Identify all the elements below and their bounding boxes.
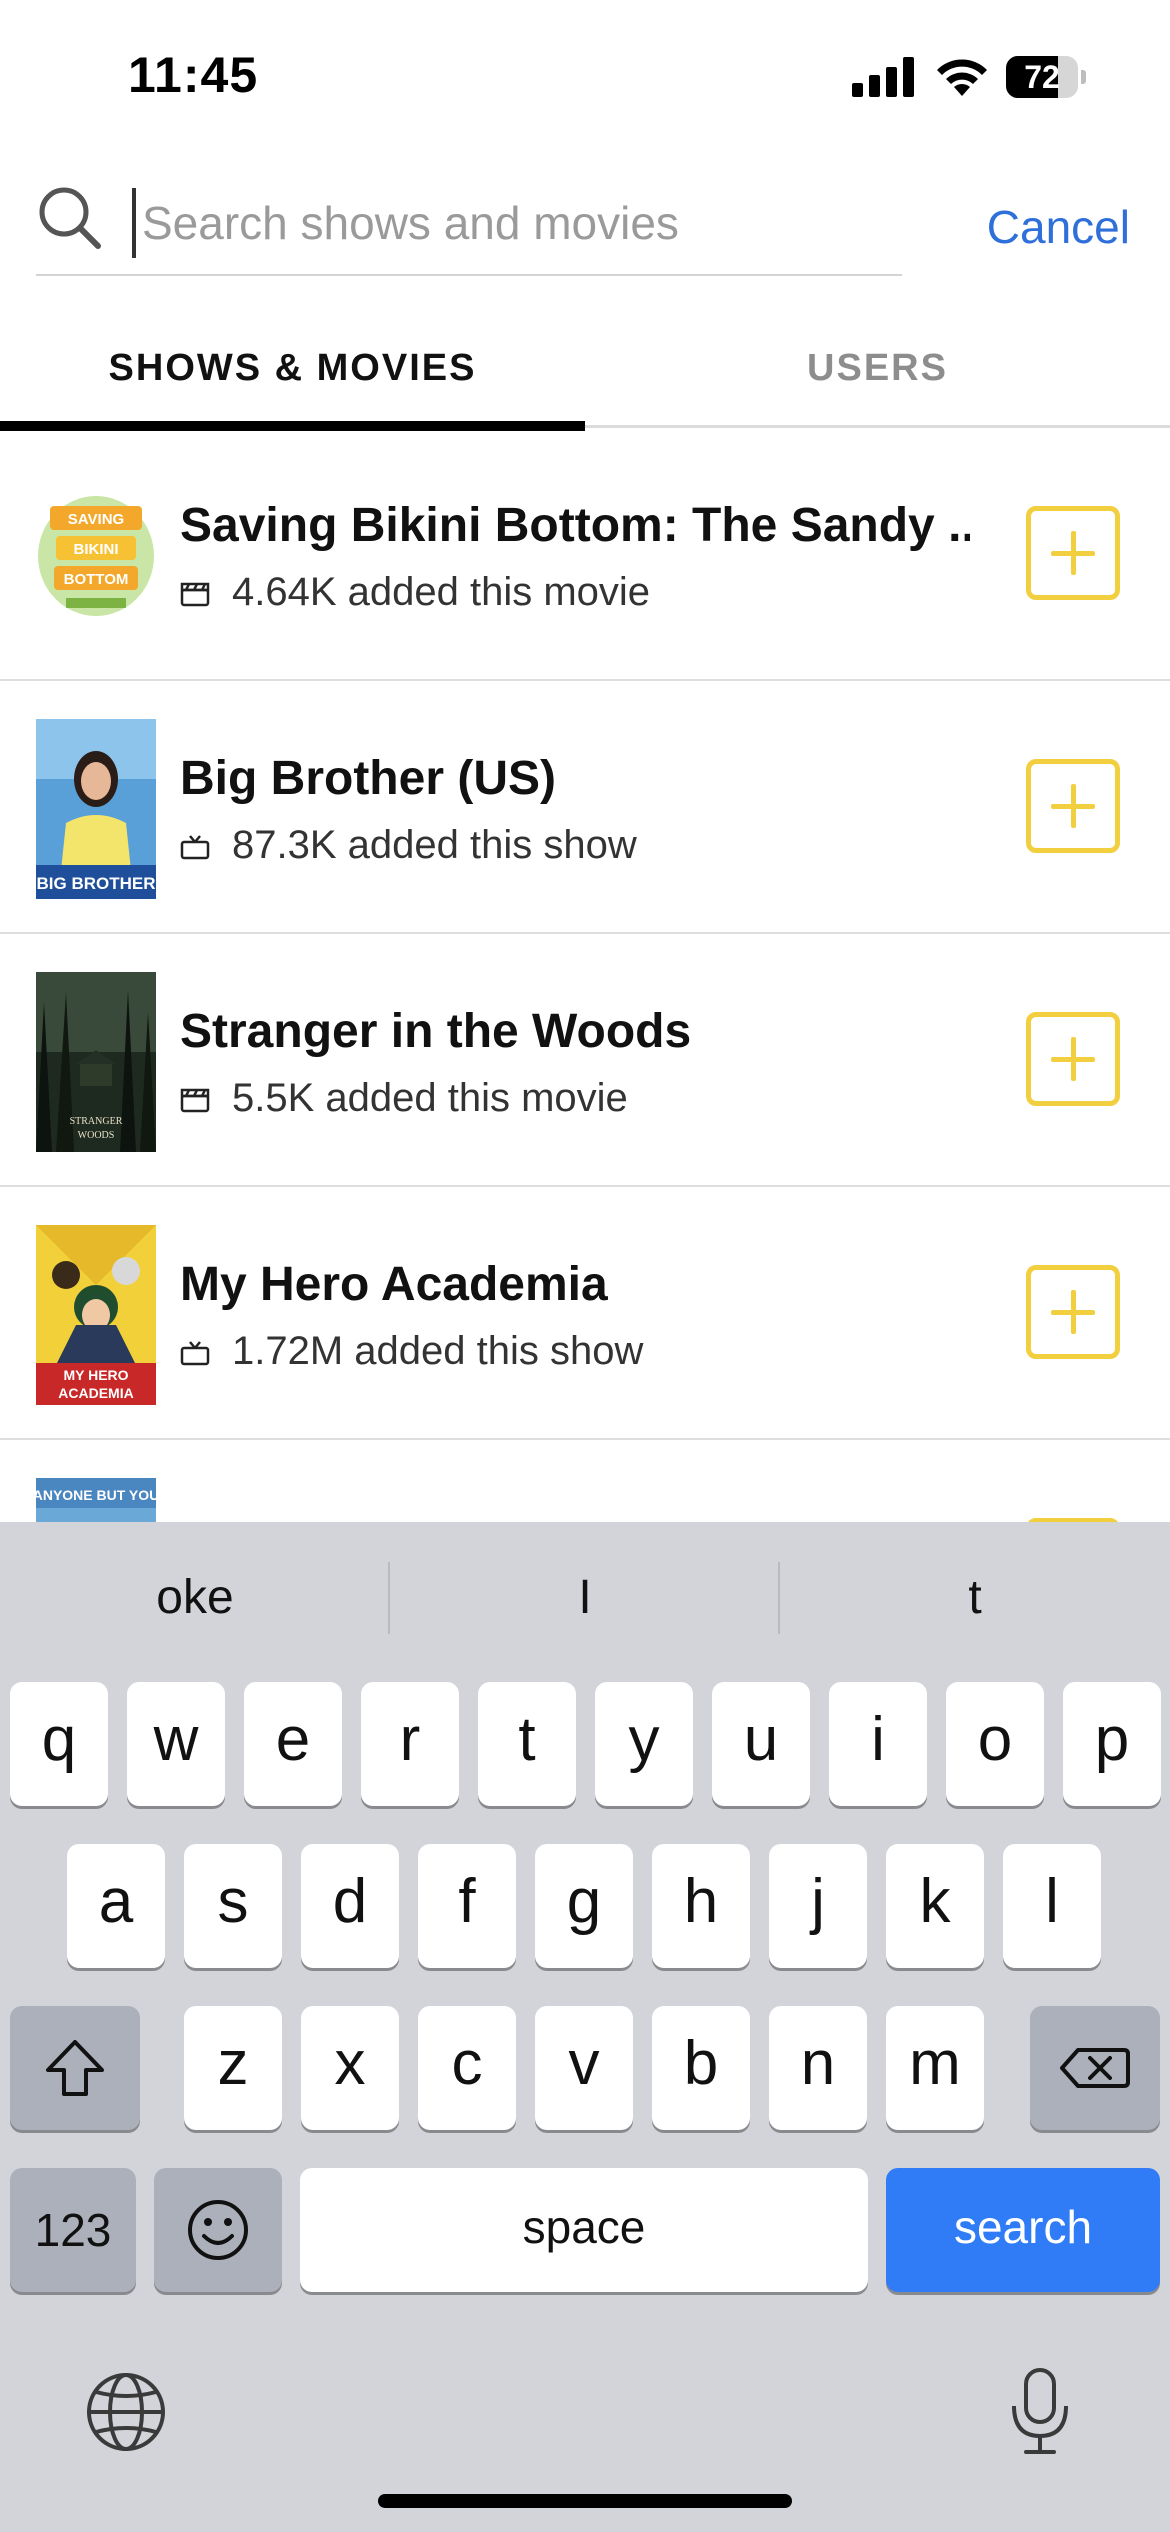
add-button[interactable]	[1026, 1012, 1120, 1106]
status-bar: 11:45 72	[0, 0, 1170, 150]
key-x[interactable]: x	[301, 2006, 399, 2130]
svg-text:WOODS: WOODS	[78, 1130, 115, 1141]
poster-image: SAVING BIKINI BOTTOM	[36, 466, 156, 646]
add-button[interactable]	[1026, 1265, 1120, 1359]
key-m[interactable]: m	[886, 2006, 984, 2130]
svg-text:SAVING: SAVING	[68, 511, 124, 528]
result-meta: 87.3K added this show	[180, 823, 960, 868]
tab-bar: SHOWS & MOVIES USERS	[0, 330, 1170, 431]
list-item[interactable]: MY HERO ACADEMIA My Hero Academia 1.72M …	[0, 1187, 1170, 1440]
poster-image: BIG BROTHER	[36, 719, 156, 899]
result-meta-text: 87.3K added this show	[232, 823, 637, 867]
backspace-icon	[1060, 2048, 1130, 2088]
result-meta: 5.5K added this movie	[180, 1076, 960, 1121]
search-bar	[36, 170, 902, 276]
search-icon	[39, 187, 101, 249]
result-meta-text: 5.5K added this movie	[232, 1076, 628, 1120]
key-u[interactable]: u	[712, 1682, 810, 1806]
add-button[interactable]	[1026, 759, 1120, 853]
poster-image: ANYONE BUT YOU	[36, 1478, 156, 1522]
key-l[interactable]: l	[1003, 1844, 1101, 1968]
svg-text:BIKINI: BIKINI	[74, 541, 119, 558]
clapperboard-icon	[180, 583, 210, 607]
list-item[interactable]: BIG BROTHER Big Brother (US) 87.3K added…	[0, 681, 1170, 934]
result-meta-text: 1.72M added this show	[232, 1329, 644, 1373]
results-list: SAVING BIKINI BOTTOM Saving Bikini Botto…	[0, 428, 1170, 1522]
svg-text:ACADEMIA: ACADEMIA	[58, 1385, 133, 1401]
key-s[interactable]: s	[184, 1844, 282, 1968]
key-z[interactable]: z	[184, 2006, 282, 2130]
key-f[interactable]: f	[418, 1844, 516, 1968]
cellular-signal-icon	[852, 57, 916, 97]
tv-icon	[180, 835, 210, 860]
wifi-icon	[937, 59, 987, 96]
microphone-icon[interactable]	[1002, 2364, 1078, 2460]
search-input[interactable]	[132, 188, 892, 258]
result-title: Saving Bikini Bottom: The Sandy ...	[180, 499, 970, 552]
key-e[interactable]: e	[244, 1682, 342, 1806]
tab-shows-movies[interactable]: SHOWS & MOVIES	[0, 330, 585, 431]
poster-image: STRANGER WOODS	[36, 972, 156, 1152]
poster-image: MY HERO ACADEMIA	[36, 1225, 156, 1405]
shift-icon	[46, 2040, 104, 2096]
key-i[interactable]: i	[829, 1682, 927, 1806]
battery-icon: 72	[1006, 56, 1086, 98]
key-o[interactable]: o	[946, 1682, 1044, 1806]
key-n[interactable]: n	[769, 2006, 867, 2130]
keyboard: oke I t q w e r t y u i o p a s d f g h …	[0, 1522, 1170, 2532]
key-g[interactable]: g	[535, 1844, 633, 1968]
home-indicator[interactable]	[378, 2494, 792, 2508]
result-meta: 1.72M added this show	[180, 1329, 960, 1374]
key-t[interactable]: t	[478, 1682, 576, 1806]
space-key[interactable]: space	[300, 2168, 868, 2292]
key-a[interactable]: a	[67, 1844, 165, 1968]
globe-icon[interactable]	[84, 2370, 168, 2454]
key-q[interactable]: q	[10, 1682, 108, 1806]
result-meta-text: 4.64K added this movie	[232, 570, 651, 614]
search-key[interactable]: search	[886, 2168, 1160, 2292]
svg-text:BIG BROTHER: BIG BROTHER	[37, 874, 156, 893]
key-k[interactable]: k	[886, 1844, 984, 1968]
svg-text:ANYONE BUT YOU: ANYONE BUT YOU	[36, 1487, 156, 1503]
emoji-key[interactable]	[154, 2168, 282, 2292]
tab-users[interactable]: USERS	[585, 330, 1170, 428]
result-meta: 4.64K added this movie	[180, 570, 960, 615]
suggestion-3[interactable]: t	[780, 1558, 1170, 1638]
key-h[interactable]: h	[652, 1844, 750, 1968]
key-p[interactable]: p	[1063, 1682, 1161, 1806]
svg-text:BOTTOM: BOTTOM	[64, 571, 129, 588]
result-title: Stranger in the Woods	[180, 1005, 692, 1058]
shift-key[interactable]	[10, 2006, 140, 2130]
numbers-key[interactable]: 123	[10, 2168, 136, 2292]
suggestion-2[interactable]: I	[390, 1558, 780, 1638]
keyboard-suggestions: oke I t	[0, 1522, 1170, 1672]
key-d[interactable]: d	[301, 1844, 399, 1968]
battery-level: 72	[1024, 59, 1060, 95]
key-r[interactable]: r	[361, 1682, 459, 1806]
key-j[interactable]: j	[769, 1844, 867, 1968]
svg-text:STRANGER: STRANGER	[70, 1116, 123, 1127]
result-title: My Hero Academia	[180, 1258, 608, 1311]
list-item[interactable]: ANYONE BUT YOU	[0, 1440, 1170, 1522]
key-v[interactable]: v	[535, 2006, 633, 2130]
cancel-button[interactable]: Cancel	[960, 196, 1130, 258]
list-item[interactable]: SAVING BIKINI BOTTOM Saving Bikini Botto…	[0, 428, 1170, 681]
key-w[interactable]: w	[127, 1682, 225, 1806]
tv-icon	[180, 1341, 210, 1366]
key-y[interactable]: y	[595, 1682, 693, 1806]
key-b[interactable]: b	[652, 2006, 750, 2130]
result-title: Big Brother (US)	[180, 752, 556, 805]
key-c[interactable]: c	[418, 2006, 516, 2130]
add-button[interactable]	[1026, 506, 1120, 600]
suggestion-1[interactable]: oke	[0, 1558, 390, 1638]
svg-text:MY HERO: MY HERO	[63, 1367, 128, 1383]
delete-key[interactable]	[1030, 2006, 1160, 2130]
list-item[interactable]: STRANGER WOODS Stranger in the Woods 5.5…	[0, 934, 1170, 1187]
clapperboard-icon	[180, 1089, 210, 1113]
emoji-icon	[188, 2200, 248, 2260]
status-time: 11:45	[128, 47, 259, 103]
